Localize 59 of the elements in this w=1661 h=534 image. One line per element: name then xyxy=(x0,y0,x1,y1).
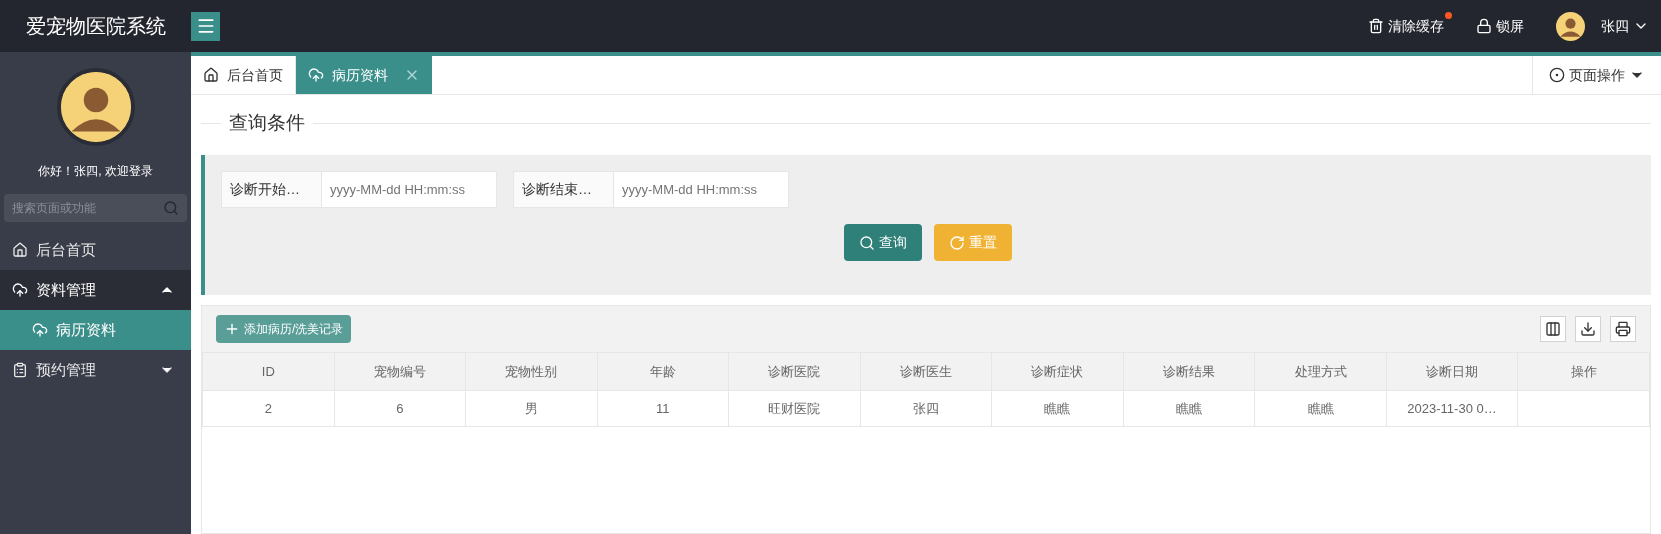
field-label: 诊断结束… xyxy=(513,171,614,208)
refresh-icon xyxy=(949,234,965,251)
column-header: 诊断日期 xyxy=(1386,352,1518,391)
table-cell: 张四 xyxy=(860,390,992,427)
cloud-upload-icon xyxy=(308,67,324,83)
sidebar-item[interactable]: 病历资料 xyxy=(0,310,191,350)
search-icon xyxy=(163,200,179,216)
column-header: ID xyxy=(202,352,335,391)
column-header: 诊断症状 xyxy=(991,352,1124,391)
plus-icon xyxy=(224,321,240,337)
home-icon xyxy=(12,242,28,258)
column-toggle-button[interactable] xyxy=(1540,316,1566,342)
export-icon xyxy=(1580,321,1596,337)
column-header: 操作 xyxy=(1517,352,1650,391)
table-cell: 瞧瞧 xyxy=(1254,390,1387,427)
avatar xyxy=(1556,11,1585,41)
date-field[interactable]: yyyy-MM-dd HH:mm:ss xyxy=(322,171,497,208)
column-header: 处理方式 xyxy=(1254,352,1387,391)
search-button[interactable]: 查询 xyxy=(844,224,922,261)
menu-toggle-button[interactable] xyxy=(191,11,220,41)
column-header: 宠物编号 xyxy=(334,352,466,391)
clipboard-icon xyxy=(12,362,28,378)
column-header: 诊断结果 xyxy=(1123,352,1255,391)
columns-icon xyxy=(1545,321,1561,337)
app-title: 爱宠物医院系统 xyxy=(25,14,166,39)
search-icon xyxy=(859,234,875,251)
table-cell: 2023-11-30 0… xyxy=(1386,390,1518,427)
column-header: 年龄 xyxy=(597,352,729,391)
table-cell: 2 xyxy=(202,390,335,427)
table-cell: 瞧瞧 xyxy=(1123,390,1255,427)
cloud-upload-icon xyxy=(32,322,48,338)
export-button[interactable] xyxy=(1575,316,1601,342)
user-menu[interactable]: 张四 xyxy=(1601,15,1649,37)
lock-icon xyxy=(1476,18,1492,34)
search-input[interactable]: 搜索页面或功能 xyxy=(12,199,163,217)
table-cell: 旺财医院 xyxy=(728,390,861,427)
column-header: 宠物性别 xyxy=(465,352,598,391)
column-header: 诊断医生 xyxy=(860,352,992,391)
print-button[interactable] xyxy=(1610,316,1636,342)
trash-icon xyxy=(1368,18,1384,34)
page-actions-menu[interactable]: 页面操作 xyxy=(1532,56,1661,94)
header-action[interactable]: 清除缓存 xyxy=(1368,15,1444,37)
date-field[interactable]: yyyy-MM-dd HH:mm:ss xyxy=(614,171,789,208)
table-cell: 11 xyxy=(597,390,729,427)
header-action[interactable]: 锁屏 xyxy=(1476,15,1524,37)
table-cell: 男 xyxy=(465,390,598,427)
radio-icon xyxy=(1549,67,1565,83)
tab[interactable]: 病历资料 xyxy=(296,56,432,94)
printer-icon xyxy=(1615,321,1631,337)
greeting-text: 你好！张四, 欢迎登录 xyxy=(38,164,153,178)
sidebar-item[interactable]: 资料管理 xyxy=(0,270,191,310)
home-icon xyxy=(203,67,219,83)
field-label: 诊断开始… xyxy=(221,171,322,208)
section-legend: 查询条件 xyxy=(221,108,313,138)
cloud-upload-icon xyxy=(12,282,28,298)
table-cell: 6 xyxy=(334,390,466,427)
search-field[interactable]: 搜索页面或功能 xyxy=(4,194,187,222)
table-cell: 瞧瞧 xyxy=(991,390,1124,427)
column-header: 诊断医院 xyxy=(728,352,861,391)
